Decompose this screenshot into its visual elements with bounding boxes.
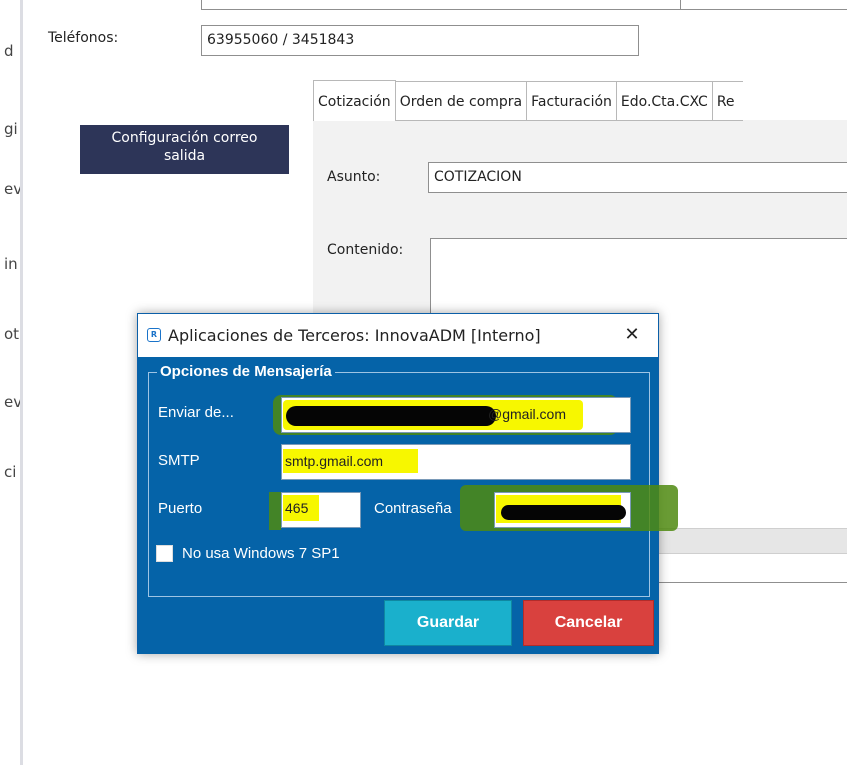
puerto-label: Puerto	[158, 500, 203, 517]
smtp-label: SMTP	[158, 452, 200, 469]
cut-label: ev	[4, 393, 20, 411]
guardar-button[interactable]: Guardar	[384, 600, 512, 646]
tab-orden-compra[interactable]: Orden de compra	[395, 81, 528, 121]
dialog-body: Opciones de Mensajería Enviar de... @gma…	[138, 357, 678, 654]
top-field-1[interactable]	[201, 0, 681, 10]
enviar-input[interactable]: @gmail.com	[281, 397, 631, 433]
dialog-aplicaciones-terceros: R Aplicaciones de Terceros: InnovaADM [I…	[137, 313, 678, 654]
telefonos-input[interactable]: 63955060 / 3451843	[201, 25, 639, 56]
tab-facturacion[interactable]: Facturación	[527, 81, 617, 121]
app-icon: R	[147, 328, 161, 342]
dialog-titlebar: R Aplicaciones de Terceros: InnovaADM [I…	[138, 314, 658, 357]
enviar-label: Enviar de...	[158, 404, 234, 421]
cancelar-button[interactable]: Cancelar	[523, 600, 654, 646]
top-field-2[interactable]	[680, 0, 847, 10]
contrasena-label: Contraseña	[374, 500, 452, 517]
cut-label: gi	[4, 120, 18, 138]
no-usa-windows7-checkbox[interactable]	[156, 545, 173, 562]
enviar-value-suffix: @gmail.com	[488, 406, 567, 422]
close-icon[interactable]: ✕	[620, 322, 644, 348]
configuracion-correo-button[interactable]: Configuración correo salida	[80, 125, 289, 174]
asunto-input[interactable]: COTIZACION	[428, 162, 847, 193]
cut-label: ot	[4, 325, 20, 343]
cut-label: ci	[4, 463, 17, 481]
dialog-title: Aplicaciones de Terceros: InnovaADM [Int…	[168, 326, 541, 345]
telefonos-label: Teléfonos:	[48, 30, 119, 46]
redaction-mark	[501, 505, 626, 520]
tab-cotizacion[interactable]: Cotización	[313, 80, 396, 121]
group-title: Opciones de Mensajería	[157, 363, 335, 380]
left-panel-border	[20, 0, 23, 765]
cut-label: d	[4, 42, 14, 60]
asunto-label: Asunto:	[327, 169, 381, 185]
contrasena-input[interactable]	[494, 492, 631, 528]
puerto-input[interactable]: 465	[281, 492, 361, 528]
left-panel-edge	[0, 0, 20, 765]
smtp-value: smtp.gmail.com	[285, 453, 384, 469]
tab-bar: Cotización Orden de compra Facturación E…	[313, 80, 743, 121]
smtp-input[interactable]: smtp.gmail.com	[281, 444, 631, 480]
puerto-value: 465	[285, 500, 309, 516]
tab-edo-cta-cxc[interactable]: Edo.Cta.CXC	[616, 81, 713, 121]
config-button-line2: salida	[163, 148, 206, 164]
cut-label: in	[4, 255, 18, 273]
tab-cut[interactable]: Re	[712, 81, 743, 121]
contenido-toolbar-strip	[655, 528, 847, 554]
redaction-mark	[286, 406, 496, 426]
annotation-mark	[269, 492, 281, 530]
config-button-line1: Configuración correo	[111, 130, 258, 146]
contenido-label: Contenido:	[327, 242, 404, 258]
no-usa-windows7-label: No usa Windows 7 SP1	[182, 545, 340, 562]
cut-label: ev	[4, 180, 20, 198]
